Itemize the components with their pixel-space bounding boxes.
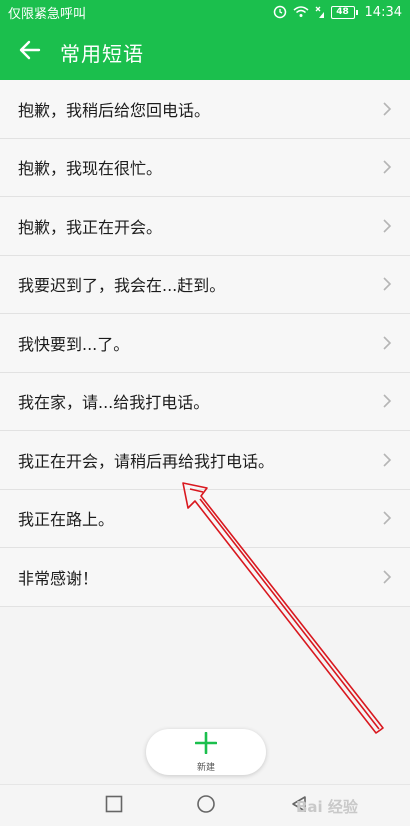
status-bar: 仅限紧急呼叫 48 14:34	[0, 0, 410, 24]
watermark: Bai 经验	[296, 798, 358, 816]
phrase-text: 我在家，请...给我打电话。	[18, 393, 210, 413]
phrase-text: 我快要到...了。	[18, 334, 130, 354]
phrase-text: 抱歉，我现在很忙。	[18, 159, 163, 179]
new-phrase-button[interactable]: 新建	[146, 729, 266, 775]
phrase-list: 抱歉，我稍后给您回电话。 抱歉，我现在很忙。 抱歉，我正在开会。 我要迟到了，我…	[0, 80, 410, 607]
phrase-text: 抱歉，我正在开会。	[18, 217, 163, 237]
status-icons: 48 14:34	[273, 5, 402, 20]
no-signal-icon	[315, 6, 325, 18]
battery-icon: 48	[330, 5, 358, 19]
list-item[interactable]: 我在家，请...给我打电话。	[0, 373, 410, 431]
chevron-right-icon	[382, 452, 394, 468]
page-title: 常用短语	[60, 41, 144, 66]
phrase-text: 抱歉，我稍后给您回电话。	[18, 100, 211, 120]
phrase-text: 非常感谢！	[18, 568, 99, 588]
list-item[interactable]: 抱歉，我现在很忙。	[0, 139, 410, 197]
chevron-right-icon	[382, 218, 394, 234]
clock: 14:34	[364, 4, 402, 20]
square-icon	[105, 795, 123, 817]
carrier-status: 仅限紧急呼叫	[8, 6, 87, 22]
list-item[interactable]: 我快要到...了。	[0, 314, 410, 373]
circle-icon	[196, 794, 216, 818]
phrase-text: 我正在开会，请稍后再给我打电话。	[18, 451, 275, 471]
recents-button[interactable]	[103, 795, 125, 817]
home-button[interactable]	[195, 795, 217, 817]
back-button[interactable]	[0, 24, 60, 80]
list-item[interactable]: 非常感谢！	[0, 548, 410, 607]
phrase-text: 我要迟到了，我会在...赶到。	[18, 276, 226, 296]
chevron-right-icon	[382, 335, 394, 351]
wifi-icon	[293, 6, 309, 18]
plus-icon	[194, 731, 218, 758]
phrase-text: 我正在路上。	[18, 510, 115, 530]
chevron-right-icon	[382, 569, 394, 585]
chevron-right-icon	[382, 393, 394, 409]
chevron-right-icon	[382, 101, 394, 117]
app-bar: 常用短语	[0, 24, 410, 80]
new-button-label: 新建	[196, 762, 215, 773]
chevron-right-icon	[382, 510, 394, 526]
chevron-right-icon	[382, 276, 394, 292]
list-item[interactable]: 抱歉，我正在开会。	[0, 197, 410, 256]
chevron-right-icon	[382, 159, 394, 175]
alarm-icon	[273, 5, 287, 19]
list-item[interactable]: 我正在路上。	[0, 490, 410, 548]
list-item[interactable]: 抱歉，我稍后给您回电话。	[0, 80, 410, 139]
list-item[interactable]: 我要迟到了，我会在...赶到。	[0, 256, 410, 314]
list-item[interactable]: 我正在开会，请稍后再给我打电话。	[0, 431, 410, 490]
arrow-left-icon	[18, 38, 42, 66]
